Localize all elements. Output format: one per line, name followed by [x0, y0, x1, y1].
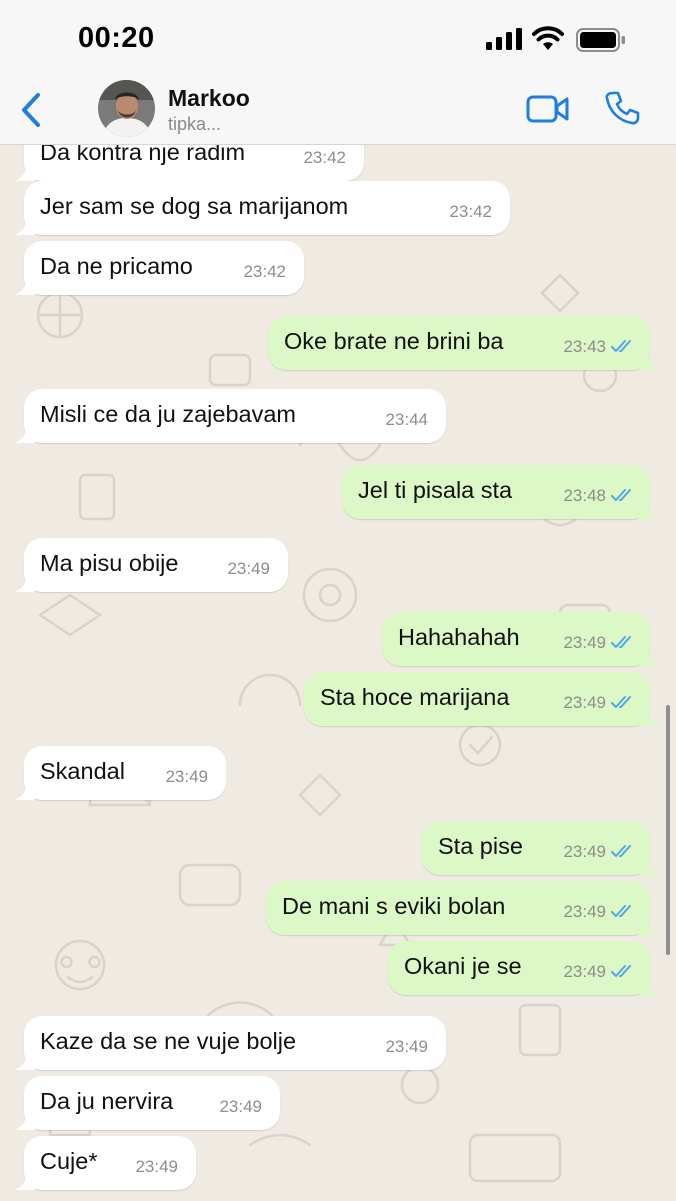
message-timestamp: 23:49 [165, 767, 208, 786]
outgoing-message[interactable]: Jel ti pisala sta 23:48 [342, 465, 659, 519]
message-timestamp: 23:49 [563, 693, 606, 712]
bubble-tail [15, 163, 35, 181]
message-text: Sta hoce marijana [320, 684, 510, 710]
outgoing-message[interactable]: Sta pise 23:49 [422, 821, 659, 875]
message-text: Jel ti pisala sta [358, 477, 513, 503]
double-check-icon [611, 489, 631, 501]
incoming-message[interactable]: Skandal 23:49 [15, 746, 226, 800]
incoming-message[interactable]: Ma pisu obije 23:49 [15, 538, 288, 592]
double-check-icon [611, 340, 631, 352]
incoming-message[interactable]: Kaze da se ne vuje bolje 23:49 [15, 1016, 446, 1070]
double-check-icon [611, 965, 631, 977]
status-time: 00:20 [78, 22, 155, 54]
chat-header: Markoo tipka... [0, 80, 676, 145]
bubble-tail [639, 501, 659, 519]
outgoing-message[interactable]: Okani je se 23:49 [388, 941, 659, 995]
avatar[interactable] [98, 80, 155, 137]
scrollbar[interactable] [666, 705, 670, 955]
message-timestamp: 23:43 [563, 337, 606, 356]
battery-icon [576, 28, 625, 52]
bubble-tail [639, 857, 659, 875]
incoming-message[interactable]: Misli ce da ju zajebavam 23:44 [15, 389, 446, 443]
incoming-message[interactable]: Da ju nervira 23:49 [15, 1076, 280, 1130]
message-timestamp: 23:49 [563, 902, 606, 921]
message-timestamp: 23:49 [135, 1157, 178, 1176]
message-timestamp: 23:49 [219, 1097, 262, 1116]
message-text: Sta pise [438, 833, 523, 859]
status-bar: 00:20 [0, 0, 676, 80]
message-timestamp: 23:49 [563, 633, 606, 652]
double-check-icon [611, 696, 631, 708]
chevron-left-icon[interactable] [18, 92, 44, 128]
bubble-tail [15, 217, 35, 235]
message-timestamp: 23:49 [563, 842, 606, 861]
message-timestamp: 23:49 [563, 962, 606, 981]
double-check-icon [611, 636, 631, 648]
bubble-tail [639, 917, 659, 935]
incoming-message[interactable]: Da ne pricamo 23:42 [15, 241, 304, 295]
bubble-tail [639, 977, 659, 995]
wifi-icon [532, 26, 564, 50]
incoming-message[interactable]: Jer sam se dog sa marijanom 23:42 [15, 181, 510, 235]
bubble-tail [15, 1052, 35, 1070]
bubble-tail [15, 782, 35, 800]
message-text: Hahahahah [398, 624, 520, 650]
message-text: Misli ce da ju zajebavam [40, 401, 296, 427]
bubble-tail [639, 352, 659, 370]
bubble-tail [15, 1112, 35, 1130]
message-text: Oke brate ne brini ba [284, 328, 504, 354]
bubble-tail [15, 574, 35, 592]
video-camera-icon[interactable] [526, 94, 570, 124]
message-text: Okani je se [404, 953, 522, 979]
message-text: Da ju nervira [40, 1088, 174, 1114]
incoming-message[interactable]: Da kontra nje radim 23:42 [15, 145, 364, 181]
message-timestamp: 23:49 [227, 559, 270, 578]
outgoing-message[interactable]: De mani s eviki bolan 23:49 [266, 881, 659, 935]
message-text: Skandal [40, 758, 125, 784]
message-text: Da ne pricamo [40, 253, 193, 279]
avatar-photo [98, 80, 155, 137]
incoming-message[interactable]: Cuje* 23:49 [15, 1136, 196, 1190]
contact-name[interactable]: Markoo [168, 85, 250, 112]
outgoing-message[interactable]: Oke brate ne brini ba 23:43 [268, 316, 659, 370]
double-check-icon [611, 845, 631, 857]
bubble-tail [639, 708, 659, 726]
message-text: Ma pisu obije [40, 550, 179, 576]
bubble-tail [639, 648, 659, 666]
bubble-tail [15, 1172, 35, 1190]
chat-area[interactable]: Da kontra nje radim 23:42 Jer sam se dog s… [0, 145, 676, 1201]
message-text: Da kontra nje radim [40, 145, 246, 165]
message-timestamp: 23:42 [303, 148, 346, 167]
outgoing-message[interactable]: Sta hoce marijana 23:49 [304, 672, 659, 726]
cellular-signal-icon [486, 28, 522, 50]
outgoing-message[interactable]: Hahahahah 23:49 [382, 612, 659, 666]
message-text: De mani s eviki bolan [282, 893, 506, 919]
message-text: Cuje* [40, 1148, 98, 1174]
message-timestamp: 23:49 [385, 1037, 428, 1056]
bubble-tail [15, 277, 35, 295]
message-timestamp: 23:48 [563, 486, 606, 505]
message-timestamp: 23:42 [449, 202, 492, 221]
bubble-tail [15, 425, 35, 443]
message-timestamp: 23:42 [243, 262, 286, 281]
double-check-icon [611, 905, 631, 917]
message-text: Kaze da se ne vuje bolje [40, 1028, 297, 1054]
message-text: Jer sam se dog sa marijanom [40, 193, 349, 219]
typing-status: tipka... [168, 114, 222, 134]
message-timestamp: 23:44 [385, 410, 428, 429]
phone-icon[interactable] [604, 90, 640, 126]
